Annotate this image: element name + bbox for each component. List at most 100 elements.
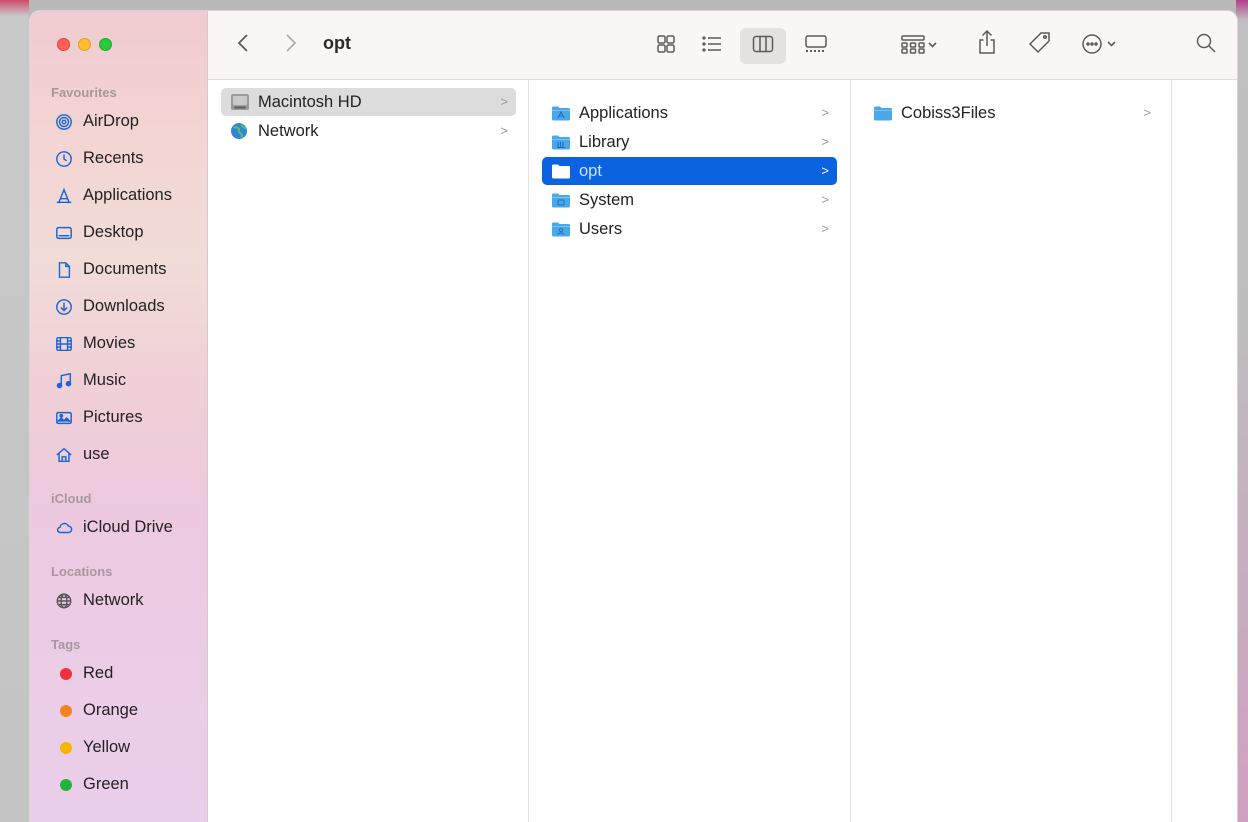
download-icon (54, 297, 74, 317)
cloud-icon (54, 518, 74, 538)
window-controls (57, 38, 112, 51)
desktop-background-left (0, 0, 29, 822)
group-button[interactable] (896, 31, 944, 61)
sidebar-tag-orange[interactable]: Orange (30, 692, 208, 729)
group-icon (900, 34, 940, 59)
column-row-label: Library (579, 132, 630, 151)
column-2[interactable]: Applications > Library > opt > System > … (529, 80, 851, 822)
tag-button[interactable] (1023, 29, 1057, 61)
sidebar-item-label: Green (83, 775, 129, 793)
sidebar-item-label: Orange (83, 701, 139, 719)
column-row-system[interactable]: System > (542, 186, 837, 214)
applications-icon (54, 186, 74, 206)
sidebar-item-icloud-drive[interactable]: iCloud Drive (30, 509, 208, 546)
sidebar-item-pictures[interactable]: Pictures (30, 399, 208, 436)
list-view-icon (701, 34, 723, 59)
home-icon (54, 445, 74, 465)
sidebar-item-music[interactable]: Music (30, 362, 208, 399)
sidebar-tag-green[interactable]: Green (30, 766, 208, 803)
column-4[interactable] (1172, 80, 1237, 822)
sidebar-item-label: Yellow (83, 738, 131, 756)
column-row-cobiss3files[interactable]: Cobiss3Files > (864, 99, 1159, 127)
tag-icon (1027, 30, 1053, 61)
zoom-button[interactable] (99, 38, 112, 51)
column-row-label: opt (579, 161, 602, 180)
document-icon (54, 260, 74, 280)
sidebar-item-documents[interactable]: Documents (30, 251, 208, 288)
sidebar-item-label: Documents (83, 260, 167, 278)
share-button[interactable] (972, 27, 1002, 61)
column-row-network[interactable]: Network > (221, 117, 516, 145)
folder-icon (873, 105, 893, 121)
icon-view-button[interactable] (650, 31, 682, 61)
column-row-label: System (579, 190, 635, 209)
chevron-right-icon: > (500, 94, 508, 109)
chevron-right-icon: > (821, 221, 829, 236)
sidebar-item-label: iCloud Drive (83, 518, 173, 536)
globe-icon (54, 591, 74, 611)
column-row-library[interactable]: Library > (542, 128, 837, 156)
column-row-opt[interactable]: opt > (542, 157, 837, 185)
column-row-macintosh-hd[interactable]: Macintosh HD > (221, 88, 516, 116)
forward-button[interactable] (278, 31, 304, 59)
chevron-right-icon: > (821, 134, 829, 149)
sidebar-item-airdrop[interactable]: AirDrop (30, 103, 208, 140)
sidebar-item-recents[interactable]: Recents (30, 140, 208, 177)
column-row-label: Cobiss3Files (901, 103, 996, 122)
window-title: opt (323, 33, 351, 53)
sidebar-heading-locations: Locations (51, 564, 113, 579)
folder-icon (551, 163, 571, 179)
search-icon (1195, 32, 1217, 59)
column-row-label: Macintosh HD (258, 92, 362, 111)
chevron-right-icon: > (821, 192, 829, 207)
users-folder-icon (551, 221, 571, 237)
system-folder-icon (551, 192, 571, 208)
more-button[interactable] (1078, 31, 1126, 61)
chevron-right-icon: > (821, 163, 829, 178)
minimize-button[interactable] (78, 38, 91, 51)
share-icon (977, 29, 997, 60)
column-row-users[interactable]: Users > (542, 215, 837, 243)
sidebar-item-label: Applications (83, 186, 172, 204)
sidebar-tag-red[interactable]: Red (30, 655, 208, 692)
chevron-right-icon: > (1143, 105, 1151, 120)
list-view-button[interactable] (696, 31, 728, 61)
column-view-button[interactable] (740, 28, 786, 64)
sidebar-item-label: Recents (83, 149, 144, 167)
sidebar-item-movies[interactable]: Movies (30, 325, 208, 362)
clock-icon (54, 149, 74, 169)
network-globe-icon (230, 123, 250, 139)
sidebar-item-applications[interactable]: Applications (30, 177, 208, 214)
sidebar-list: Favourites AirDrop Recents Applications … (30, 83, 208, 803)
red-tag-icon (54, 664, 74, 684)
sidebar-item-desktop[interactable]: Desktop (30, 214, 208, 251)
column-1[interactable]: Macintosh HD > Network > (208, 80, 529, 822)
gallery-view-button[interactable] (798, 31, 834, 61)
sidebar-item-label: Music (83, 371, 127, 389)
column-3[interactable]: Cobiss3Files > (851, 80, 1172, 822)
sidebar-heading-tags: Tags (51, 637, 81, 652)
desktop-icon (54, 223, 74, 243)
more-icon (1081, 33, 1123, 60)
sidebar-item-label: Movies (83, 334, 136, 352)
column-row-label: Network (258, 121, 319, 140)
sidebar-tag-yellow[interactable]: Yellow (30, 729, 208, 766)
finder-window: Favourites AirDrop Recents Applications … (29, 10, 1238, 822)
sidebar: Favourites AirDrop Recents Applications … (30, 11, 208, 822)
search-button[interactable] (1190, 29, 1222, 61)
sidebar-heading-favourites: Favourites (51, 85, 117, 100)
library-folder-icon (551, 134, 571, 150)
sidebar-item-downloads[interactable]: Downloads (30, 288, 208, 325)
column-row-applications[interactable]: Applications > (542, 99, 837, 127)
toolbar: opt (208, 11, 1237, 80)
sidebar-item-label: Downloads (83, 297, 165, 315)
sidebar-item-home[interactable]: use (30, 436, 208, 473)
icon-view-icon (656, 34, 676, 59)
airdrop-icon (54, 112, 74, 132)
chevron-right-icon: > (821, 105, 829, 120)
back-button[interactable] (230, 31, 256, 59)
sidebar-item-network[interactable]: Network (30, 582, 208, 619)
green-tag-icon (54, 775, 74, 795)
film-icon (54, 334, 74, 354)
close-button[interactable] (57, 38, 70, 51)
